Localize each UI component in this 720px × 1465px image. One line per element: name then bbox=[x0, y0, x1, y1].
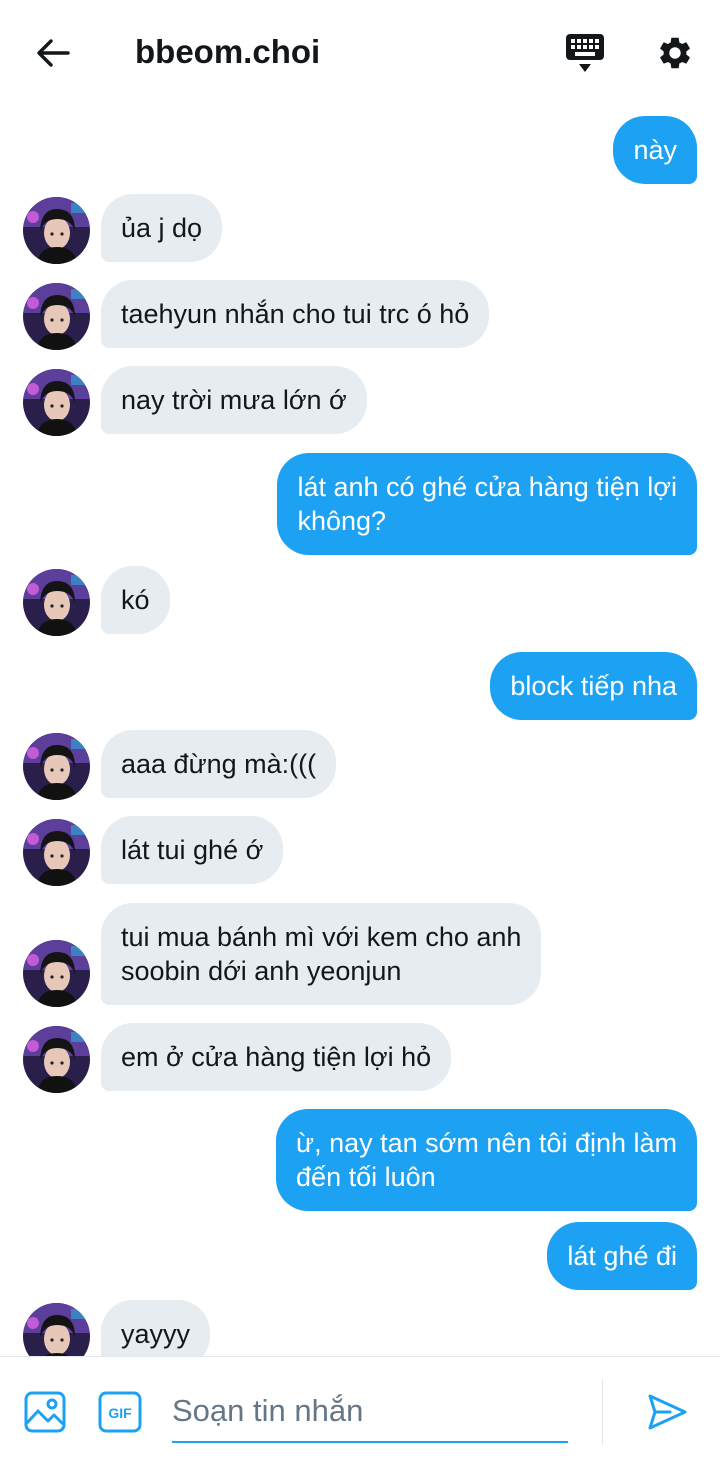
message-row: lát anh có ghé cửa hàng tiện lợi không? bbox=[0, 453, 720, 557]
message-bubble[interactable]: em ở cửa hàng tiện lợi hỏ bbox=[101, 1023, 452, 1091]
send-button[interactable] bbox=[646, 1391, 688, 1433]
gear-icon bbox=[660, 37, 690, 69]
conversation-title[interactable]: bbeom.choi bbox=[135, 30, 320, 74]
keyboard-button[interactable] bbox=[560, 30, 610, 76]
message-row: tui mua bánh mì với kem cho anh soobin d… bbox=[0, 903, 720, 1007]
back-button[interactable] bbox=[30, 30, 76, 76]
message-row: yayyy bbox=[0, 1300, 720, 1356]
conversation-header: bbeom.choi bbox=[0, 0, 720, 104]
arrow-left-icon bbox=[37, 39, 70, 67]
avatar[interactable] bbox=[23, 733, 90, 800]
message-row: block tiếp nha bbox=[0, 652, 720, 722]
avatar[interactable] bbox=[23, 369, 90, 436]
message-list[interactable]: này ủa j dọ taehyun nhắn cho tui trc ó h… bbox=[0, 104, 720, 1356]
gif-label: GIF bbox=[108, 1405, 132, 1421]
message-input-wrapper bbox=[172, 1385, 568, 1443]
message-row: em ở cửa hàng tiện lợi hỏ bbox=[0, 1023, 720, 1093]
message-row: lát tui ghé ớ bbox=[0, 816, 720, 886]
message-row: taehyun nhắn cho tui trc ó hỏ bbox=[0, 280, 720, 350]
avatar[interactable] bbox=[23, 569, 90, 636]
gif-icon: GIF bbox=[98, 1391, 142, 1433]
message-bubble[interactable]: aaa đừng mà:((( bbox=[101, 730, 337, 798]
message-row: aaa đừng mà:((( bbox=[0, 730, 720, 800]
message-row: lát ghé đi bbox=[0, 1222, 720, 1292]
avatar[interactable] bbox=[23, 1303, 90, 1356]
message-bubble[interactable]: lát anh có ghé cửa hàng tiện lợi không? bbox=[277, 453, 697, 555]
keyboard-icon bbox=[566, 34, 604, 72]
message-bubble[interactable]: ủa j dọ bbox=[101, 194, 223, 262]
avatar[interactable] bbox=[23, 283, 90, 350]
avatar[interactable] bbox=[23, 940, 90, 1007]
message-bubble[interactable]: ừ, nay tan sớm nên tôi định làm đến tối … bbox=[276, 1109, 697, 1211]
message-input[interactable] bbox=[172, 1385, 568, 1437]
message-bubble[interactable]: yayyy bbox=[101, 1300, 211, 1356]
message-bubble[interactable]: lát tui ghé ớ bbox=[101, 816, 284, 884]
avatar[interactable] bbox=[23, 819, 90, 886]
message-bubble[interactable]: kó bbox=[101, 566, 170, 634]
message-bubble[interactable]: này bbox=[613, 116, 697, 184]
image-icon bbox=[24, 1391, 66, 1433]
message-row: này bbox=[0, 116, 720, 186]
add-image-button[interactable] bbox=[24, 1391, 66, 1433]
add-gif-button[interactable]: GIF bbox=[98, 1391, 142, 1433]
message-row: kó bbox=[0, 566, 720, 636]
message-composer: GIF bbox=[0, 1356, 720, 1465]
message-row: ừ, nay tan sớm nên tôi định làm đến tối … bbox=[0, 1109, 720, 1213]
message-row: ủa j dọ bbox=[0, 194, 720, 264]
avatar[interactable] bbox=[23, 197, 90, 264]
avatar[interactable] bbox=[23, 1026, 90, 1093]
divider bbox=[602, 1379, 603, 1445]
message-bubble[interactable]: lát ghé đi bbox=[547, 1222, 697, 1290]
send-icon bbox=[648, 1394, 687, 1430]
message-bubble[interactable]: taehyun nhắn cho tui trc ó hỏ bbox=[101, 280, 490, 348]
settings-button[interactable] bbox=[650, 28, 700, 78]
message-row: nay trời mưa lớn ớ bbox=[0, 366, 720, 436]
message-bubble[interactable]: block tiếp nha bbox=[490, 652, 697, 720]
message-bubble[interactable]: nay trời mưa lớn ớ bbox=[101, 366, 367, 434]
message-bubble[interactable]: tui mua bánh mì với kem cho anh soobin d… bbox=[101, 903, 542, 1005]
